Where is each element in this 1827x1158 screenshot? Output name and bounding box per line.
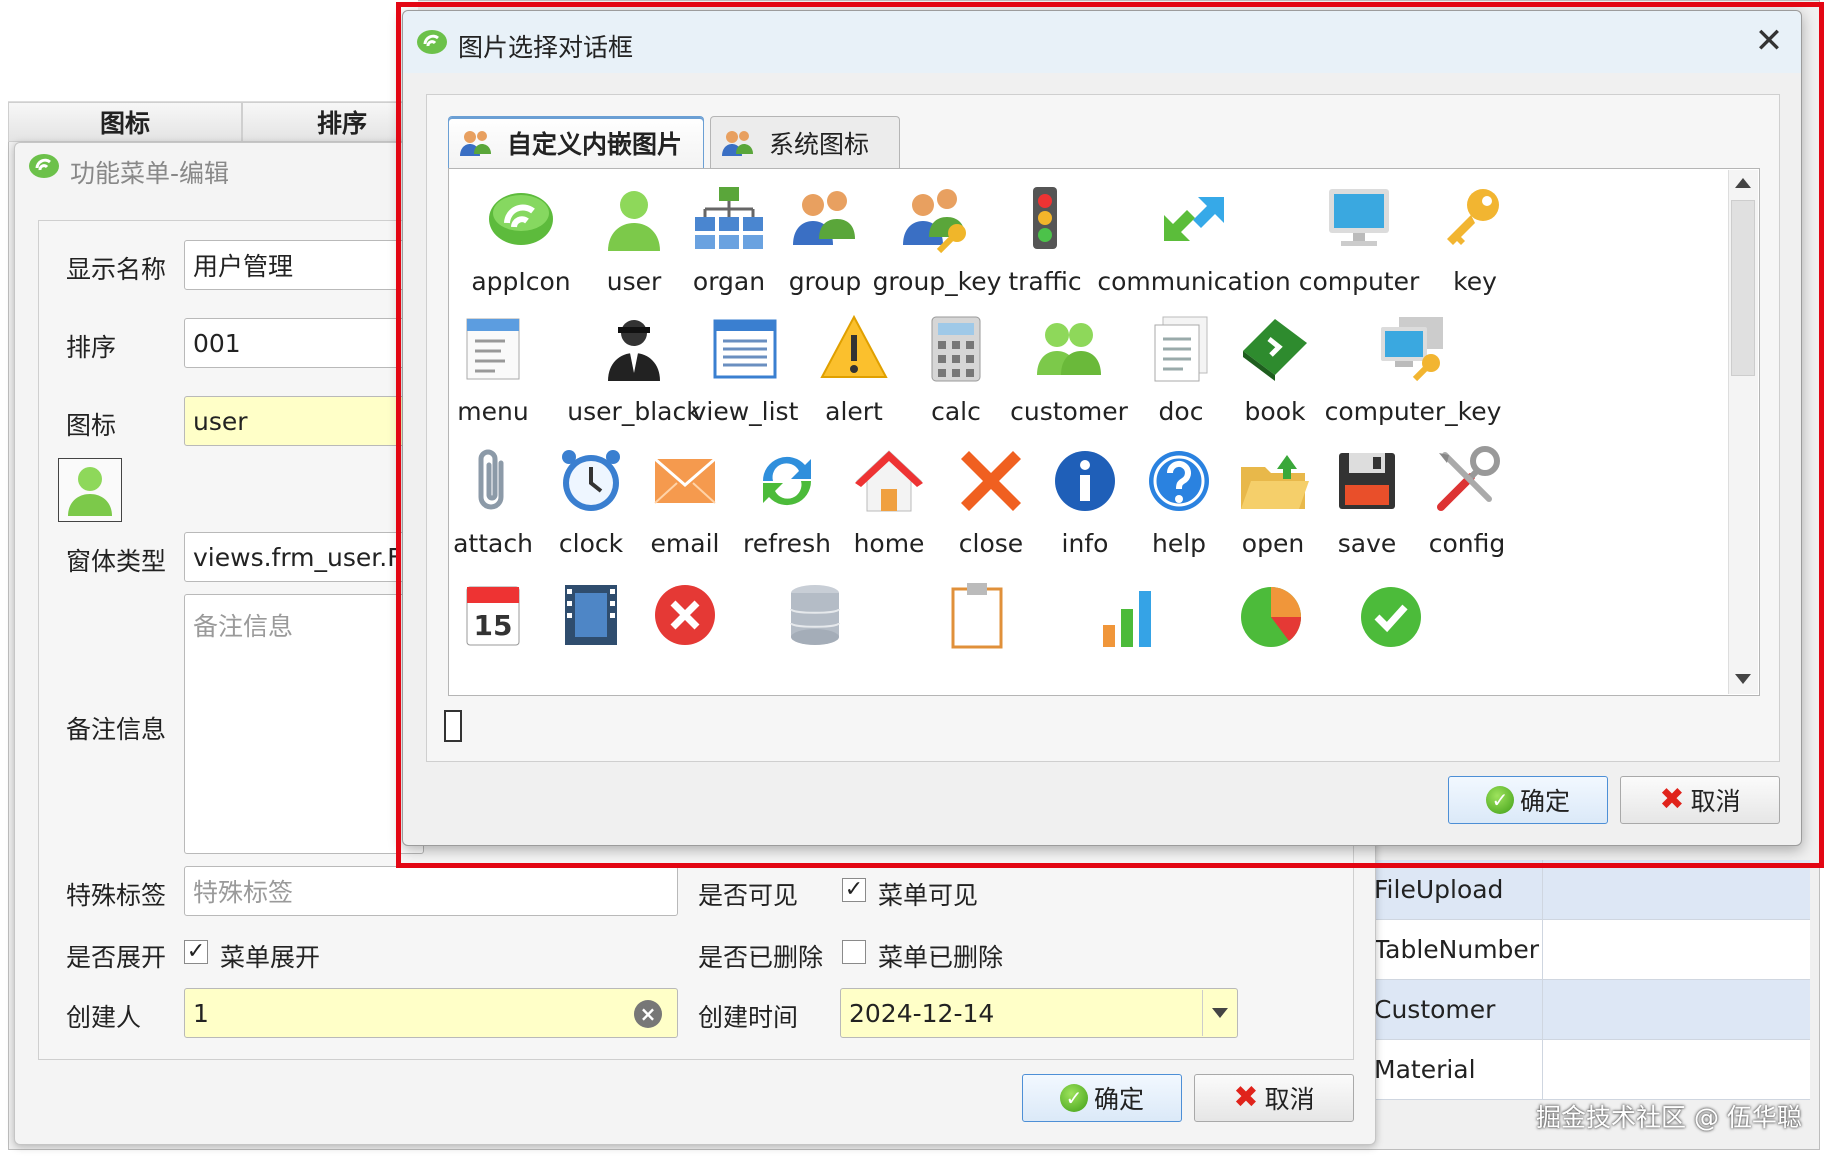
button-label: 确定 [1093,1085,1144,1114]
expand-checkbox[interactable]: ✓ [184,940,208,964]
table-row[interactable]: Customer [1360,980,1810,1040]
visible-checkbox[interactable]: ✓ [842,878,866,902]
check-icon: ✓ [1059,1084,1088,1112]
table-cell [1542,1040,1810,1099]
clear-icon[interactable]: × [634,1000,662,1028]
table-row[interactable]: TableNumber [1360,920,1810,980]
cancel-icon: ✖ [1233,1080,1259,1115]
creator-label: 创建人 [66,1003,142,1032]
table-cell: Material [1374,1055,1476,1084]
created-time-value: 2024-12-14 [849,998,995,1028]
deleted-checkbox-label: 菜单已删除 [878,943,1004,972]
special-tag-input[interactable]: 特殊标签 [184,866,678,916]
expand-checkbox-label: 菜单展开 [220,943,321,972]
grid-header-label: 图标 [99,109,150,138]
grid-header-label: 排序 [316,109,367,138]
icon-label: 图标 [66,411,117,440]
chevron-down-icon [1211,1008,1228,1018]
created-time-picker[interactable]: 2024-12-14 [840,988,1238,1038]
table-cell: FileUpload [1374,875,1504,904]
form-type-input[interactable]: views.frm_user.Frm [184,532,424,582]
visible-label: 是否可见 [698,881,799,910]
creator-value: 1 [193,998,209,1028]
expand-label: 是否展开 [66,943,167,972]
order-input[interactable]: 001 [184,318,424,368]
editor-cancel-button[interactable]: ✖ 取消 [1194,1074,1354,1122]
table-cell: Customer [1374,995,1496,1024]
background-toolbar-area [8,0,418,102]
table-cell [1542,920,1810,979]
special-tag-label: 特殊标签 [66,881,167,910]
app-logo-icon [29,154,59,178]
order-label: 排序 [66,333,117,362]
creator-input[interactable]: 1 [184,988,678,1038]
editor-title: 功能菜单-编辑 [70,159,230,188]
table-cell [1542,980,1810,1039]
button-label: 取消 [1264,1085,1315,1114]
created-time-label: 创建时间 [698,1003,799,1032]
table-cell [1542,860,1810,919]
grid-header-icon[interactable]: 图标 [8,102,242,142]
watermark: 掘金技术社区 @ 伍华聪 [1536,1103,1802,1132]
table-cell: TableNumber [1374,935,1540,964]
display-name-label: 显示名称 [66,255,167,284]
icon-input[interactable]: user [184,396,424,446]
dropdown-button[interactable] [1202,990,1236,1036]
deleted-label: 是否已删除 [698,943,824,972]
remark-label: 备注信息 [66,715,167,744]
user-icon [68,467,112,516]
highlight-frame [396,2,1824,868]
table-row[interactable]: FileUpload [1360,860,1810,920]
visible-checkbox-label: 菜单可见 [878,881,979,910]
deleted-checkbox[interactable] [842,940,866,964]
table-row[interactable]: Material [1360,1040,1810,1100]
display-name-input[interactable]: 用户管理 [184,240,424,290]
icon-preview[interactable] [58,458,122,522]
editor-ok-button[interactable]: ✓ 确定 [1022,1074,1182,1122]
remark-textarea[interactable]: 备注信息 [184,594,424,854]
form-type-label: 窗体类型 [66,547,167,576]
